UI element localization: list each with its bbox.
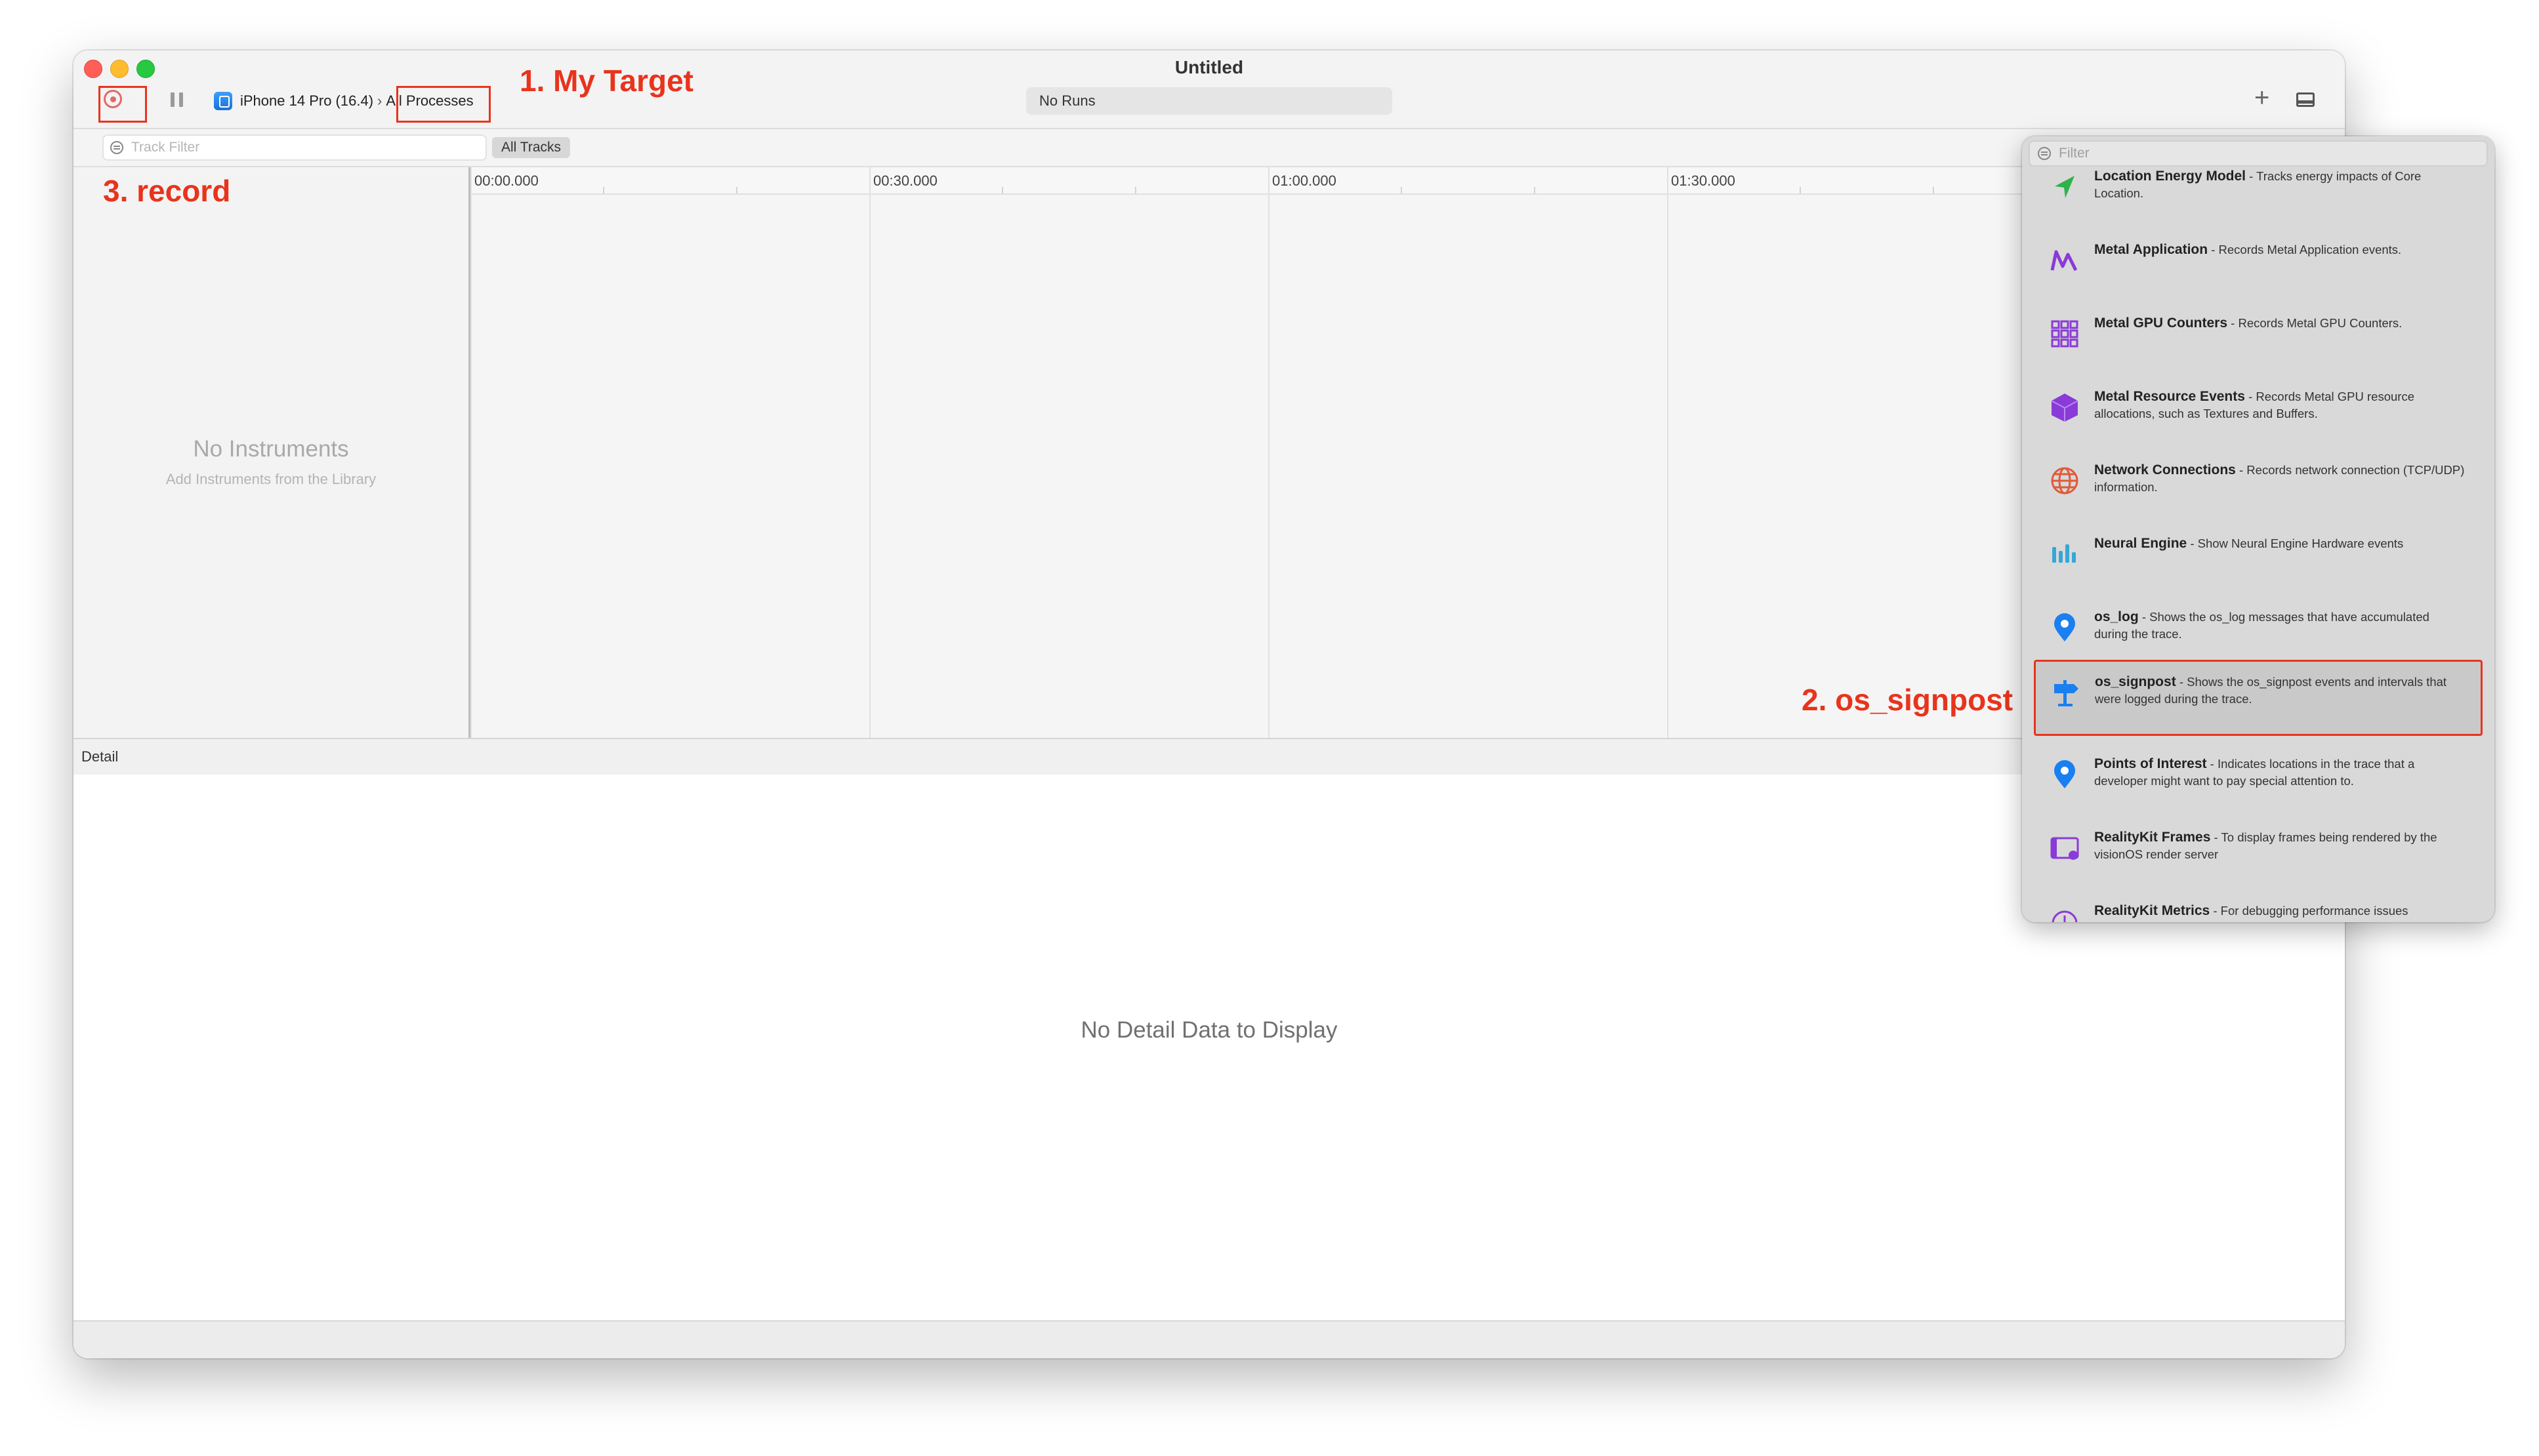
location-arrow-icon xyxy=(2055,176,2075,198)
annotation-os-signpost: 2. os_signpost xyxy=(1802,683,2013,717)
library-item-name: os_log xyxy=(2094,609,2139,624)
annotation-my-target: 1. My Target xyxy=(520,64,693,98)
library-item-desc: - Show Neural Engine Hardware events xyxy=(2187,536,2404,550)
library-item-desc: - For debugging performance issues xyxy=(2210,904,2408,918)
filter-bar: Track Filter All Tracks xyxy=(73,129,2345,167)
library-item-name: Metal Resource Events xyxy=(2094,389,2245,404)
waveform-icon xyxy=(2052,544,2076,563)
empty-instruments-subtitle: Add Instruments from the Library xyxy=(165,471,377,487)
library-item-name: Metal Application xyxy=(2094,242,2208,257)
tick-label: 00:00.000 xyxy=(474,172,539,189)
library-item-name: Network Connections xyxy=(2094,462,2236,477)
pause-button[interactable] xyxy=(171,92,184,108)
run-status-field[interactable]: No Runs xyxy=(1026,87,1392,115)
instrument-library-popover: Filter Location Energy Model - Tracks en… xyxy=(2022,136,2494,922)
library-item-points-of-interest[interactable]: Points of Interest - Indicates locations… xyxy=(2035,744,2481,816)
film-icon xyxy=(2050,837,2079,860)
all-tracks-button[interactable]: All Tracks xyxy=(492,137,571,158)
library-item-desc: - Records Metal Application events. xyxy=(2208,243,2402,256)
library-item-metal-gpu-counters[interactable]: Metal GPU Counters - Records Metal GPU C… xyxy=(2035,303,2481,375)
empty-instruments-title: No Instruments xyxy=(193,436,349,462)
annotation-record: 3. record xyxy=(103,174,231,208)
library-item-name: os_signpost xyxy=(2095,674,2176,689)
grid-icon xyxy=(2051,320,2078,348)
track-filter-input[interactable]: Track Filter xyxy=(102,134,487,161)
bottom-bar xyxy=(73,1320,2345,1358)
device-icon xyxy=(214,92,232,110)
tick-label: 01:30.000 xyxy=(1671,172,1735,189)
empty-detail-message: No Detail Data to Display xyxy=(1081,1017,1338,1043)
library-item-neural-engine[interactable]: Neural Engine - Show Neural Engine Hardw… xyxy=(2035,523,2481,596)
track-filter-placeholder: Track Filter xyxy=(131,140,200,155)
pin-icon xyxy=(2054,613,2075,641)
record-highlight-box xyxy=(98,86,147,123)
toggle-detail-panel-button[interactable] xyxy=(2296,92,2315,107)
gauge-icon xyxy=(2052,910,2078,922)
library-item-name: Location Energy Model xyxy=(2094,169,2246,184)
globe-icon xyxy=(2051,467,2078,495)
chevron-right-icon: › xyxy=(377,92,382,109)
library-item-location-energy-model[interactable]: Location Energy Model - Tracks energy im… xyxy=(2035,156,2481,228)
add-instrument-button[interactable]: + xyxy=(2254,85,2269,111)
library-item-metal-resource-events[interactable]: Metal Resource Events - Records Metal GP… xyxy=(2035,376,2481,449)
pin-icon xyxy=(2054,760,2075,788)
library-item-name: RealityKit Metrics xyxy=(2094,903,2210,918)
library-item-name: Neural Engine xyxy=(2094,536,2187,551)
detail-label: Detail xyxy=(81,748,119,765)
instruments-sidebar: No Instruments Add Instruments from the … xyxy=(73,167,470,738)
detail-area: No Detail Data to Display xyxy=(73,775,2345,1320)
cube-icon xyxy=(2051,394,2078,422)
metal-icon xyxy=(2050,250,2078,272)
library-item-desc: - Records Metal GPU Counters. xyxy=(2227,316,2403,330)
library-item-network-connections[interactable]: Network Connections - Records network co… xyxy=(2035,450,2481,522)
library-item-realitykit-metrics[interactable]: RealityKit Metrics - For debugging perfo… xyxy=(2035,891,2481,922)
library-item-os-signpost[interactable]: os_signpost - Shows the os_signpost even… xyxy=(2034,660,2483,736)
library-item-name: RealityKit Frames xyxy=(2094,830,2211,845)
tick-label: 00:30.000 xyxy=(873,172,938,189)
target-highlight-box xyxy=(396,86,491,123)
library-item-desc: - Shows the os_log messages that have ac… xyxy=(2094,610,2429,641)
library-item-metal-application[interactable]: Metal Application - Records Metal Applic… xyxy=(2035,230,2481,302)
library-item-name: Points of Interest xyxy=(2094,756,2207,771)
detail-header: Detail xyxy=(73,738,2345,776)
library-item-realitykit-frames[interactable]: RealityKit Frames - To display frames be… xyxy=(2035,817,2481,889)
signpost-icon xyxy=(2054,680,2078,706)
device-name[interactable]: iPhone 14 Pro (16.4) xyxy=(240,92,373,110)
tick-label: 01:00.000 xyxy=(1272,172,1336,189)
filter-icon xyxy=(110,141,123,154)
window-title: Untitled xyxy=(1174,57,1244,77)
library-item-os-log[interactable]: os_log - Shows the os_log messages that … xyxy=(2035,597,2481,669)
library-item-name: Metal GPU Counters xyxy=(2094,315,2228,331)
